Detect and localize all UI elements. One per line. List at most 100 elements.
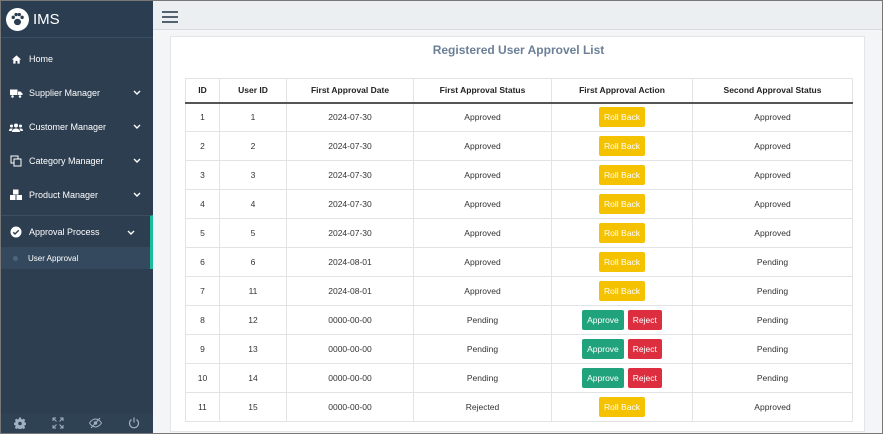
cell-first-approval-action: Roll Back <box>551 102 693 132</box>
approval-list-card: Registered User Approvel List ID User ID… <box>170 36 865 432</box>
cell-user-id: 5 <box>219 218 287 248</box>
roll-back-button[interactable]: Roll Back <box>599 223 645 243</box>
column-header-id: ID <box>185 78 220 104</box>
approve-button[interactable]: Approve <box>582 368 624 388</box>
cell-second-approval-status: Approved <box>692 160 853 190</box>
roll-back-button[interactable]: Roll Back <box>599 397 645 417</box>
cell-first-approval-action: Approve Reject <box>551 305 693 335</box>
cell-id: 1 <box>185 102 220 132</box>
cell-first-approval-status: Approved <box>413 102 552 132</box>
cell-second-approval-status: Pending <box>692 276 853 306</box>
brand[interactable]: IMS <box>1 1 153 38</box>
sidebar-item-product-manager[interactable]: Product Manager <box>1 178 153 212</box>
settings-icon[interactable] <box>13 417 27 431</box>
cell-user-id: 2 <box>219 131 287 161</box>
table-row: 11 15 0000-00-00 Rejected Roll Back Approved <box>185 392 853 422</box>
topbar <box>153 1 882 30</box>
cell-first-approval-action: Roll Back <box>551 160 693 190</box>
cell-first-approval-date: 2024-07-30 <box>286 160 414 190</box>
page-title: Registered User Approvel List <box>432 43 605 57</box>
sidebar-item-label: Supplier Manager <box>29 88 101 98</box>
sidebar-item-customer-manager[interactable]: Customer Manager <box>1 110 153 144</box>
cell-second-approval-status: Approved <box>692 218 853 248</box>
eye-slash-icon[interactable] <box>89 417 103 431</box>
cell-first-approval-status: Approved <box>413 247 552 277</box>
cell-first-approval-status: Pending <box>413 305 552 335</box>
cubes-icon <box>9 188 23 202</box>
cell-first-approval-status: Approved <box>413 131 552 161</box>
brand-name: IMS <box>33 10 60 28</box>
table-row: 1 1 2024-07-30 Approved Roll Back Approved <box>185 102 853 132</box>
column-header-first-approval-status: First Approval Status <box>413 78 552 104</box>
roll-back-button[interactable]: Roll Back <box>599 107 645 128</box>
cell-first-approval-date: 2024-08-01 <box>286 247 414 277</box>
cell-second-approval-status: Pending <box>692 334 853 364</box>
cell-second-approval-status: Pending <box>692 363 853 393</box>
cell-id: 6 <box>185 247 220 277</box>
sidebar-item-label: User Approval <box>28 253 79 263</box>
cell-first-approval-action: Roll Back <box>551 276 693 306</box>
sidebar-item-label: Home <box>29 54 54 64</box>
cell-user-id: 11 <box>219 276 287 306</box>
roll-back-button[interactable]: Roll Back <box>599 136 645 156</box>
sidebar-item-approval-process[interactable]: Approval Process <box>1 215 153 247</box>
cell-id: 11 <box>185 392 220 422</box>
sidebar-footer <box>1 413 153 433</box>
app-window: IMS Home Supplier Manager Customer Manag… <box>0 0 883 434</box>
chevron-down-icon <box>133 122 141 132</box>
table-row: 2 2 2024-07-30 Approved Roll Back Approved <box>185 131 853 161</box>
cell-id: 10 <box>185 363 220 393</box>
sidebar-item-label: Product Manager <box>29 190 99 200</box>
cell-first-approval-date: 2024-07-30 <box>286 218 414 248</box>
fullscreen-icon[interactable] <box>52 417 64 431</box>
cell-first-approval-action: Roll Back <box>551 392 693 422</box>
roll-back-button[interactable]: Roll Back <box>599 194 645 214</box>
cell-second-approval-status: Approved <box>692 392 853 422</box>
cell-user-id: 13 <box>219 334 287 364</box>
cell-user-id: 4 <box>219 189 287 219</box>
cell-first-approval-date: 2024-07-30 <box>286 131 414 161</box>
cell-first-approval-action: Approve Reject <box>551 334 693 364</box>
cell-user-id: 3 <box>219 160 287 190</box>
menu-toggle-icon[interactable] <box>162 11 178 23</box>
approve-button[interactable]: Approve <box>582 310 624 330</box>
reject-button[interactable]: Reject <box>627 368 662 388</box>
sidebar-item-category-manager[interactable]: Category Manager <box>1 144 153 178</box>
chevron-down-icon <box>133 88 141 98</box>
cell-first-approval-status: Approved <box>413 276 552 306</box>
sidebar-item-label: Category Manager <box>29 156 104 166</box>
cell-first-approval-status: Approved <box>413 160 552 190</box>
cell-first-approval-action: Roll Back <box>551 247 693 277</box>
check-circle-icon <box>9 225 23 239</box>
cell-user-id: 12 <box>219 305 287 335</box>
cell-user-id: 14 <box>219 363 287 393</box>
cell-first-approval-date: 0000-00-00 <box>286 305 414 335</box>
cell-second-approval-status: Approved <box>692 189 853 219</box>
cell-first-approval-action: Approve Reject <box>551 363 693 393</box>
table-row: 4 4 2024-07-30 Approved Roll Back Approved <box>185 189 853 219</box>
cell-id: 4 <box>185 189 220 219</box>
table-row: 9 13 0000-00-00 Pending Approve Reject Pending <box>185 334 853 364</box>
truck-icon <box>9 86 23 100</box>
cell-first-approval-date: 0000-00-00 <box>286 392 414 422</box>
sidebar-item-supplier-manager[interactable]: Supplier Manager <box>1 76 153 110</box>
roll-back-button[interactable]: Roll Back <box>599 165 645 185</box>
chevron-down-icon <box>133 156 141 166</box>
sidebar-item-user-approval[interactable]: User Approval <box>1 247 153 269</box>
sidebar: IMS Home Supplier Manager Customer Manag… <box>1 1 153 433</box>
table-row: 8 12 0000-00-00 Pending Approve Reject Pending <box>185 305 853 335</box>
reject-button[interactable]: Reject <box>627 339 662 359</box>
cell-id: 8 <box>185 305 220 335</box>
paw-icon <box>6 7 29 31</box>
cell-first-approval-date: 2024-08-01 <box>286 276 414 306</box>
cell-id: 9 <box>185 334 220 364</box>
cell-id: 7 <box>185 276 220 306</box>
reject-button[interactable]: Reject <box>627 310 662 330</box>
power-icon[interactable] <box>128 417 140 431</box>
approve-button[interactable]: Approve <box>582 339 624 359</box>
roll-back-button[interactable]: Roll Back <box>599 281 645 301</box>
cell-user-id: 1 <box>219 102 287 132</box>
sidebar-item-home[interactable]: Home <box>1 42 153 76</box>
roll-back-button[interactable]: Roll Back <box>599 252 645 272</box>
cell-first-approval-status: Rejected <box>413 392 552 422</box>
